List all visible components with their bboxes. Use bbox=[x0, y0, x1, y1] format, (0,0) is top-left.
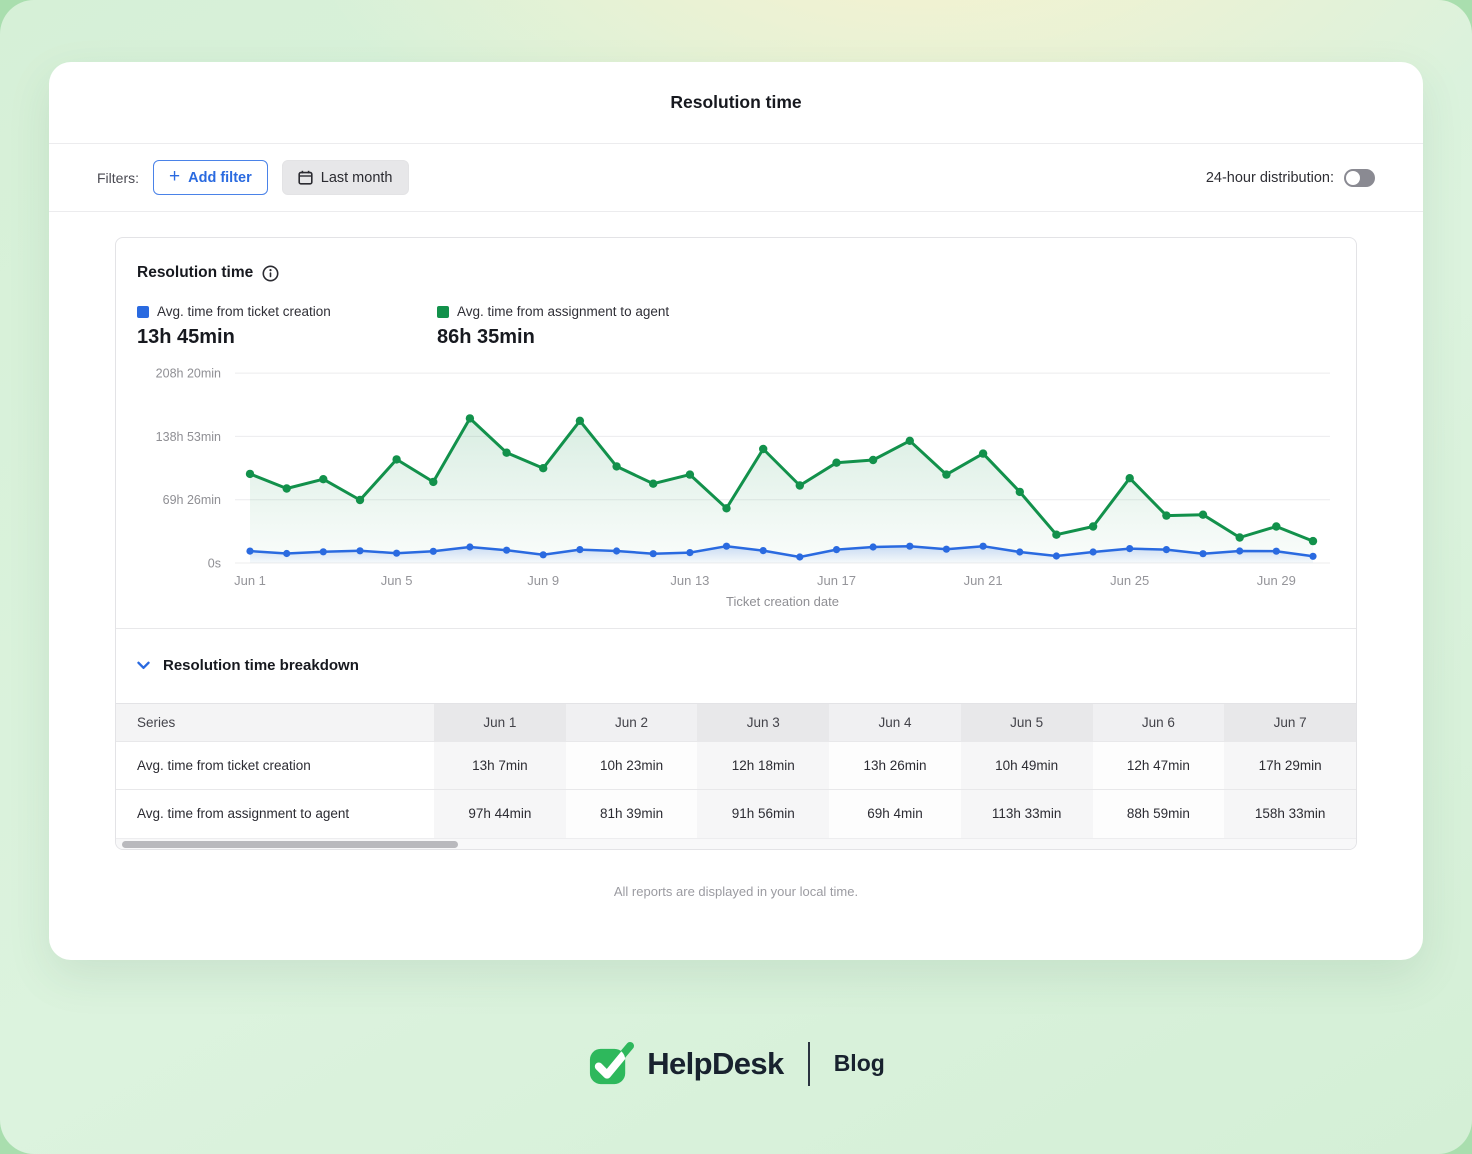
toggle-knob bbox=[1346, 171, 1360, 185]
table-row: Avg. time from assignment to agent97h 44… bbox=[116, 790, 1356, 838]
report-card: Resolution time Filters: + Add filter La… bbox=[49, 62, 1423, 960]
svg-text:Jun 25: Jun 25 bbox=[1110, 573, 1149, 588]
table-cell: 10h 23min bbox=[566, 742, 698, 790]
panel-header: Resolution time bbox=[116, 238, 1356, 282]
blog-label: Blog bbox=[834, 1050, 885, 1077]
table-cell: 69h 4min bbox=[829, 790, 961, 838]
table-cell: 12h 47min bbox=[1093, 742, 1225, 790]
resolution-time-chart: 0s 69h 26min 138h 53min 208h 20min Jun 1 Jun … bbox=[116, 349, 1356, 618]
breakdown-title: Resolution time breakdown bbox=[163, 657, 359, 674]
table-cell: 113h 33min bbox=[961, 790, 1093, 838]
table-header-cell: Jun 3 bbox=[697, 704, 829, 742]
table-cell: 17h 29min bbox=[1224, 742, 1356, 790]
svg-text:69h 26min: 69h 26min bbox=[163, 493, 221, 507]
report-header: Resolution time bbox=[49, 62, 1423, 144]
table-header-series: Series bbox=[116, 704, 434, 742]
table-row-label: Avg. time from assignment to agent bbox=[116, 790, 434, 838]
svg-text:Ticket creation date: Ticket creation date bbox=[726, 594, 839, 609]
distribution-label: 24-hour distribution: bbox=[1206, 170, 1334, 186]
scrollbar-thumb[interactable] bbox=[122, 841, 458, 848]
table-cell: 91h 56min bbox=[697, 790, 829, 838]
date-range-button[interactable]: Last month bbox=[282, 160, 409, 195]
page-title: Resolution time bbox=[670, 92, 801, 113]
svg-text:Jun 13: Jun 13 bbox=[670, 573, 709, 588]
check-logo-icon bbox=[587, 1040, 634, 1087]
resolution-time-panel: Resolution time Avg. time from ticket cr… bbox=[115, 237, 1357, 850]
plus-icon: + bbox=[169, 167, 180, 186]
add-filter-label: Add filter bbox=[188, 170, 252, 186]
table-cell: 81h 39min bbox=[566, 790, 698, 838]
svg-text:Jun 1: Jun 1 bbox=[234, 573, 266, 588]
legend-item-ticket-creation: Avg. time from ticket creation 13h 45min bbox=[137, 304, 437, 349]
table-cell: 12h 18min bbox=[697, 742, 829, 790]
info-icon[interactable] bbox=[262, 265, 279, 282]
table-cell: 13h 26min bbox=[829, 742, 961, 790]
table-row-label: Avg. time from ticket creation bbox=[116, 742, 434, 790]
table-header-cell: Jun 6 bbox=[1093, 704, 1225, 742]
svg-text:208h 20min: 208h 20min bbox=[156, 367, 221, 381]
date-range-label: Last month bbox=[321, 170, 393, 186]
svg-text:Jun 5: Jun 5 bbox=[381, 573, 413, 588]
legend-swatch-green bbox=[437, 306, 449, 318]
calendar-icon bbox=[298, 170, 313, 185]
table-cell: 13h 7min bbox=[434, 742, 566, 790]
table-header-cell: Jun 2 bbox=[566, 704, 698, 742]
legend-value: 13h 45min bbox=[137, 326, 437, 349]
table-cell: 97h 44min bbox=[434, 790, 566, 838]
table-header-row: SeriesJun 1Jun 2Jun 3Jun 4Jun 5Jun 6Jun … bbox=[116, 704, 1356, 742]
legend-item-assignment: Avg. time from assignment to agent 86h 3… bbox=[437, 304, 737, 349]
table-cell: 88h 59min bbox=[1093, 790, 1225, 838]
legend-label: Avg. time from ticket creation bbox=[157, 304, 331, 319]
table-header-cell: Jun 7 bbox=[1224, 704, 1356, 742]
distribution-toggle[interactable] bbox=[1344, 169, 1375, 187]
panel-title: Resolution time bbox=[137, 264, 253, 282]
svg-text:Jun 17: Jun 17 bbox=[817, 573, 856, 588]
filters-label: Filters: bbox=[97, 170, 139, 186]
table-cell: 10h 49min bbox=[961, 742, 1093, 790]
breakdown-header[interactable]: Resolution time breakdown bbox=[116, 629, 1356, 703]
legend-swatch-blue bbox=[137, 306, 149, 318]
svg-text:Jun 29: Jun 29 bbox=[1257, 573, 1296, 588]
distribution-control: 24-hour distribution: bbox=[1206, 169, 1375, 187]
add-filter-button[interactable]: + Add filter bbox=[153, 160, 268, 195]
legend-value: 86h 35min bbox=[437, 326, 737, 349]
chart-legend: Avg. time from ticket creation 13h 45min… bbox=[116, 304, 1356, 349]
svg-text:Jun 21: Jun 21 bbox=[964, 573, 1003, 588]
breakdown-table: SeriesJun 1Jun 2Jun 3Jun 4Jun 5Jun 6Jun … bbox=[116, 703, 1356, 838]
chevron-down-icon[interactable] bbox=[137, 661, 150, 670]
local-time-note: All reports are displayed in your local … bbox=[49, 884, 1423, 899]
helpdesk-logo: HelpDesk bbox=[587, 1040, 784, 1087]
table-header-cell: Jun 4 bbox=[829, 704, 961, 742]
svg-text:0s: 0s bbox=[208, 557, 221, 571]
svg-text:Jun 9: Jun 9 bbox=[527, 573, 559, 588]
svg-text:138h 53min: 138h 53min bbox=[156, 430, 221, 444]
brand-name: HelpDesk bbox=[647, 1046, 784, 1082]
table-cell: 158h 33min bbox=[1224, 790, 1356, 838]
footer-brand: HelpDesk Blog bbox=[0, 1040, 1472, 1087]
footer-divider bbox=[808, 1042, 810, 1086]
legend-label: Avg. time from assignment to agent bbox=[457, 304, 669, 319]
horizontal-scrollbar[interactable] bbox=[116, 838, 1356, 849]
table-header-cell: Jun 5 bbox=[961, 704, 1093, 742]
table-header-cell: Jun 1 bbox=[434, 704, 566, 742]
filters-bar: Filters: + Add filter Last month 24-hour… bbox=[49, 144, 1423, 212]
table-row: Avg. time from ticket creation13h 7min10… bbox=[116, 742, 1356, 790]
